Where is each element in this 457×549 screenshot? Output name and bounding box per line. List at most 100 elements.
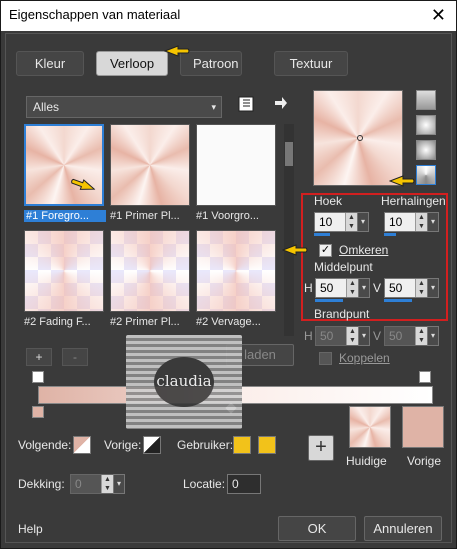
arrow-right-icon[interactable]: [274, 96, 288, 110]
brandpunt-h-label: H: [304, 329, 313, 343]
dekking-label: Dekking:: [18, 477, 65, 491]
brandpunt-v-value: 50: [389, 329, 403, 343]
gradient-thumb[interactable]: #2 Primer Pl...: [110, 230, 190, 328]
watermark-image: claudia: [126, 335, 242, 429]
current-gradient-swatch[interactable]: [349, 406, 391, 448]
scrollbar-thumb[interactable]: [285, 142, 293, 166]
vorige-swatch-label: Vorige: [407, 454, 442, 468]
gradient-thumb-label: #2 Primer Pl...: [110, 316, 180, 328]
transparency-stop-right[interactable]: [419, 371, 431, 383]
middelpunt-h-slider[interactable]: [315, 299, 343, 302]
spinner-arrows[interactable]: ▲ ▼: [415, 327, 427, 345]
category-select[interactable]: Alles ▾: [26, 96, 222, 118]
middelpunt-v-value: 50: [389, 281, 403, 295]
gradient-gallery: #1 Foregro... #1 Primer Pl... #1 Voorgro…: [24, 124, 284, 332]
sunburst-style-button[interactable]: [416, 165, 436, 185]
spinner-arrows[interactable]: ▲ ▼: [346, 327, 358, 345]
gradient-thumb-label: #1 Voorgro...: [196, 210, 259, 222]
dropdown-arrow-icon[interactable]: ▾: [427, 326, 439, 346]
background-swatch[interactable]: [143, 436, 161, 454]
chevron-down-icon: ▾: [211, 102, 216, 112]
gallery-scrollbar[interactable]: [284, 124, 294, 336]
pointing-hand-icon: [282, 241, 308, 259]
brandpunt-label: Brandpunt: [314, 307, 370, 321]
omkeren-label: Omkeren: [339, 243, 389, 257]
dialog-body: Kleur Verloop Patroon Textuur Alles ▾ #1…: [5, 33, 452, 543]
middelpunt-v-input[interactable]: 50 ▲ ▼ ▾: [384, 278, 439, 298]
title-bar: Eigenschappen van materiaal ✕: [1, 1, 456, 31]
dekking-input[interactable]: 0 ▲ ▼ ▾: [70, 474, 125, 494]
previous-color-swatch[interactable]: [402, 406, 444, 448]
close-icon[interactable]: ✕: [431, 5, 446, 26]
gradient-thumb-image: [24, 230, 104, 312]
dropdown-arrow-icon[interactable]: ▾: [113, 474, 125, 494]
middelpunt-label: Middelpunt: [314, 260, 373, 274]
window-title: Eigenschappen van materiaal: [9, 7, 181, 22]
gradient-thumb-label: #2 Vervage...: [196, 316, 261, 328]
rectangular-style-button[interactable]: [416, 115, 436, 135]
gradient-thumb[interactable]: #2 Vervage...: [196, 230, 276, 328]
linear-style-button[interactable]: [416, 90, 436, 110]
hoek-input[interactable]: 10 ▲ ▼ ▾: [314, 212, 369, 232]
gradient-thumb[interactable]: #1 Voorgro...: [196, 124, 276, 222]
gradient-thumb-image: [196, 230, 276, 312]
radial-style-button[interactable]: [416, 140, 436, 160]
dekking-value: 0: [75, 477, 82, 491]
user-color-swatch-2[interactable]: [258, 436, 276, 454]
gradient-thumb[interactable]: #2 Fading F...: [24, 230, 104, 328]
koppelen-checkbox[interactable]: [319, 352, 332, 365]
help-button[interactable]: Help: [18, 522, 43, 536]
herhalingen-input[interactable]: 10 ▲ ▼ ▾: [384, 212, 439, 232]
tab-verloop[interactable]: Verloop: [96, 51, 168, 76]
pointing-hand-icon: [389, 172, 415, 190]
spinner-arrows[interactable]: ▲ ▼: [415, 213, 427, 231]
gradient-thumb-image: [110, 230, 190, 312]
locatie-input[interactable]: 0: [227, 474, 261, 494]
ok-button[interactable]: OK: [278, 516, 356, 541]
color-stop-left[interactable]: [32, 406, 44, 418]
center-point-handle[interactable]: [357, 135, 363, 141]
middelpunt-v-slider[interactable]: [384, 299, 412, 302]
gradient-thumb-image: [110, 124, 190, 206]
middelpunt-h-input[interactable]: 50 ▲ ▼ ▾: [315, 278, 370, 298]
spinner-arrows[interactable]: ▲ ▼: [345, 213, 357, 231]
herhalingen-slider[interactable]: [384, 233, 396, 236]
gradient-thumb-label: #2 Fading F...: [24, 316, 91, 328]
herhalingen-label: Herhalingen: [381, 194, 446, 208]
middelpunt-h-value: 50: [320, 281, 334, 295]
hoek-slider[interactable]: [314, 233, 330, 236]
volgende-label: Volgende:: [18, 438, 72, 452]
dropdown-arrow-icon[interactable]: ▾: [358, 278, 370, 298]
foreground-swatch[interactable]: [73, 436, 91, 454]
add-stop-button[interactable]: +: [26, 348, 52, 366]
transparency-stop-left[interactable]: [32, 371, 44, 383]
brandpunt-h-input[interactable]: 50 ▲ ▼ ▾: [315, 326, 370, 346]
annuleren-button[interactable]: Annuleren: [364, 516, 442, 541]
pointing-hand-icon: [164, 42, 190, 60]
spinner-arrows[interactable]: ▲ ▼: [346, 279, 358, 297]
gradient-thumb-image: [196, 124, 276, 206]
tab-textuur[interactable]: Textuur: [274, 51, 348, 76]
gradient-thumb-label: #1 Primer Pl...: [110, 210, 180, 222]
herhalingen-value: 10: [389, 215, 403, 229]
dropdown-arrow-icon[interactable]: ▾: [427, 212, 439, 232]
gradient-thumb[interactable]: #1 Primer Pl...: [110, 124, 190, 222]
dropdown-arrow-icon[interactable]: ▾: [427, 278, 439, 298]
watermark-logo: claudia: [154, 357, 214, 407]
hoek-value: 10: [319, 215, 333, 229]
gradient-editor-icon[interactable]: [238, 96, 254, 112]
spinner-arrows[interactable]: ▲ ▼: [415, 279, 427, 297]
remove-stop-button[interactable]: -: [62, 348, 88, 366]
huidige-label: Huidige: [346, 454, 387, 468]
omkeren-checkbox[interactable]: ✓: [319, 244, 332, 257]
tab-kleur[interactable]: Kleur: [16, 51, 84, 76]
brandpunt-v-input[interactable]: 50 ▲ ▼ ▾: [384, 326, 439, 346]
user-color-swatch[interactable]: [233, 436, 251, 454]
brandpunt-v-label: V: [373, 329, 382, 343]
gradient-thumb-label: #1 Foregro...: [24, 210, 106, 222]
spinner-arrows[interactable]: ▲ ▼: [101, 475, 113, 493]
add-swatch-button[interactable]: +: [308, 435, 334, 461]
dropdown-arrow-icon[interactable]: ▾: [357, 212, 369, 232]
v-label: V: [373, 281, 382, 295]
dropdown-arrow-icon[interactable]: ▾: [358, 326, 370, 346]
